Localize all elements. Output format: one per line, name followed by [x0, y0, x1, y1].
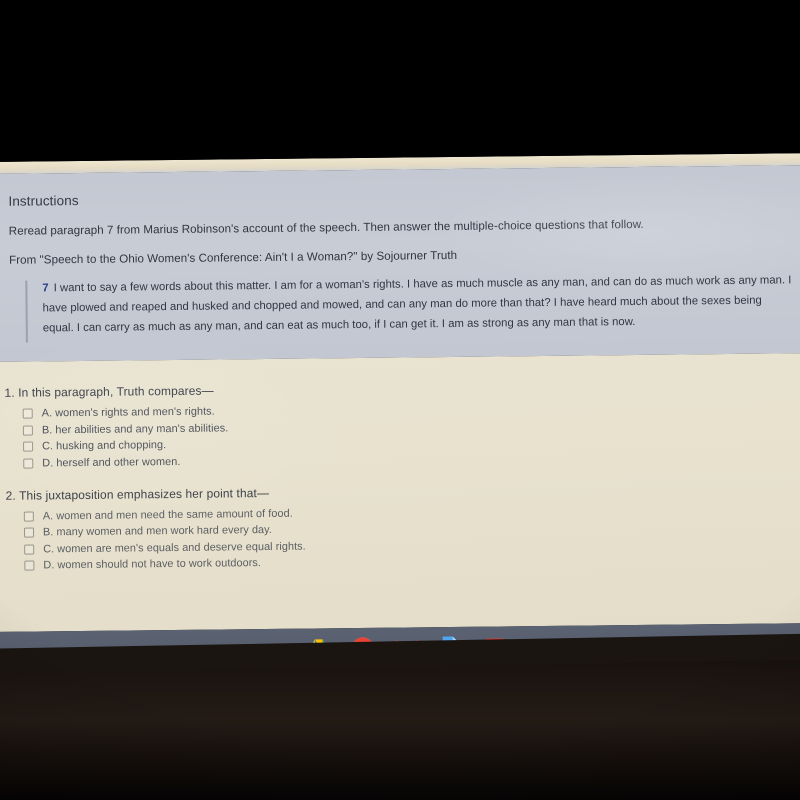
- option-label: B. many women and men work hard every da…: [42, 523, 272, 539]
- passage-text-container: 7I want to say a few words about this ma…: [42, 271, 796, 339]
- question-2-text: This juxtaposition emphasizes her point …: [18, 485, 270, 503]
- instructions-panel: Instructions Reread paragraph 7 from Mar…: [0, 165, 800, 362]
- option-label: D. women should not have to work outdoor…: [43, 557, 262, 572]
- option-label: A. women and men need the same amount of…: [42, 507, 293, 522]
- checkbox-icon[interactable]: [23, 458, 34, 469]
- checkbox-icon[interactable]: [22, 408, 33, 419]
- option-label: C. husking and chopping.: [42, 439, 167, 453]
- checkbox-icon[interactable]: [23, 527, 35, 538]
- passage-source-citation: From "Speech to the Ohio Women's Confere…: [8, 248, 458, 267]
- question-1-stem: 1. In this paragraph, Truth compares—: [4, 377, 798, 400]
- checkbox-icon[interactable]: [24, 544, 35, 555]
- question-2-option-d[interactable]: D. women should not have to work outdoor…: [24, 551, 800, 571]
- screen-content: Instructions Reread paragraph 7 from Mar…: [0, 153, 800, 668]
- option-label: A. women's rights and men's rights.: [41, 405, 215, 420]
- instructions-heading: Instructions: [8, 193, 79, 209]
- passage-blockquote: 7I want to say a few words about this ma…: [25, 271, 796, 343]
- passage-number: 7: [42, 282, 49, 295]
- checkbox-icon[interactable]: [22, 425, 33, 436]
- option-label: D. herself and other women.: [42, 455, 181, 469]
- option-label: C. women are men's equals and deserve eq…: [43, 540, 306, 555]
- question-1-number: 1.: [4, 385, 15, 400]
- checkbox-icon[interactable]: [23, 511, 34, 522]
- passage-body: I want to say a few words about this mat…: [42, 274, 792, 335]
- question-1-text: In this paragraph, Truth compares—: [18, 383, 214, 400]
- laptop-bezel-bottom: [0, 655, 800, 800]
- question-2-stem: 2. This juxtaposition emphasizes her poi…: [5, 480, 800, 503]
- question-2: 2. This juxtaposition emphasizes her poi…: [6, 480, 800, 572]
- checkbox-icon[interactable]: [24, 560, 35, 571]
- blockquote-rule: [25, 280, 28, 343]
- laptop-screen-photo: Instructions Reread paragraph 7 from Mar…: [0, 0, 800, 800]
- option-label: B. her abilities and any man's abilities…: [41, 421, 229, 436]
- question-1-option-d[interactable]: D. herself and other women.: [23, 449, 799, 469]
- question-1: 1. In this paragraph, Truth compares— A.…: [4, 377, 799, 469]
- questions-area: 1. In this paragraph, Truth compares— A.…: [0, 353, 800, 632]
- instructions-directive: Reread paragraph 7 from Marius Robinson'…: [8, 217, 644, 238]
- question-2-number: 2.: [5, 488, 16, 503]
- checkbox-icon[interactable]: [23, 441, 34, 452]
